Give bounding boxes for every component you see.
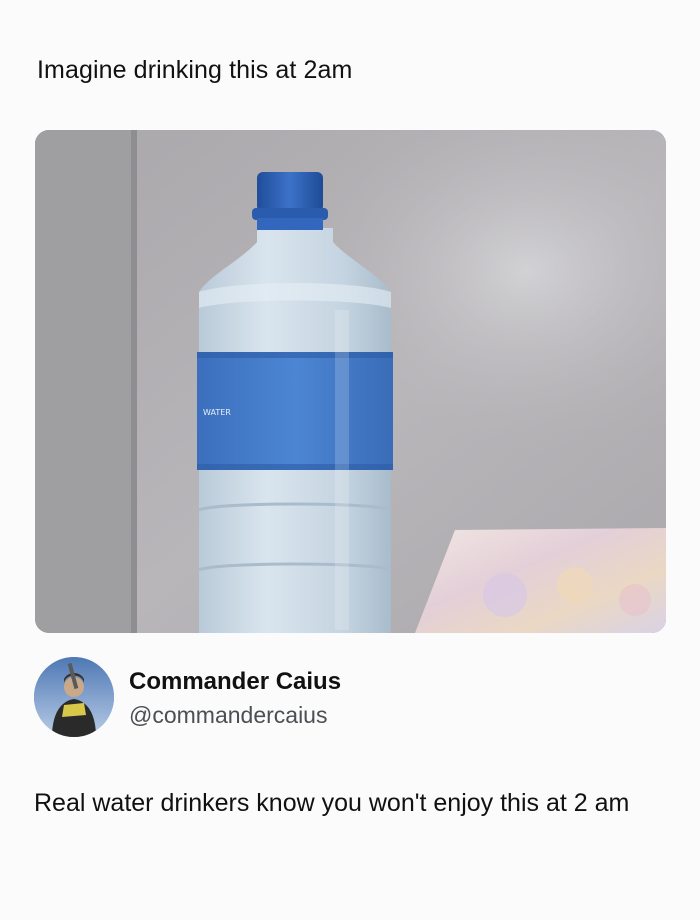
post-image-water-bottle[interactable]: WATER — [35, 130, 666, 633]
svg-text:WATER: WATER — [203, 408, 231, 417]
avatar-image — [34, 657, 114, 737]
user-handle[interactable]: @commandercaius — [129, 702, 327, 729]
display-name[interactable]: Commander Caius — [129, 668, 341, 696]
avatar[interactable] — [34, 657, 114, 737]
post-text: Imagine drinking this at 2am — [37, 56, 353, 84]
reply-text: Real water drinkers know you won't enjoy… — [34, 789, 630, 817]
water-bottle-photo: WATER — [35, 130, 666, 633]
